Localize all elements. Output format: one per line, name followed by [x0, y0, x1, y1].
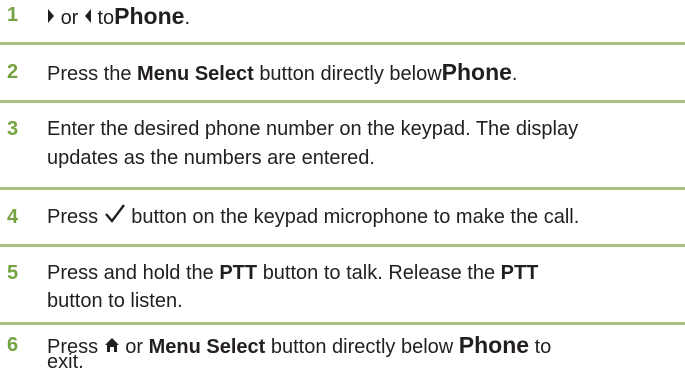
divider [0, 322, 685, 325]
to-text: to [97, 7, 115, 29]
step-text-line-2: exit. [47, 351, 84, 373]
step-number: 4 [7, 206, 19, 228]
step-text: or toPhone. [47, 2, 190, 33]
right-arrow-icon [47, 4, 55, 33]
step-number: 6 [7, 334, 19, 356]
divider [0, 100, 685, 103]
ptt-label: PTT [219, 262, 258, 284]
step-text-line-1: Press and hold the PTT button to talk. R… [47, 262, 539, 284]
phone-label: Phone [441, 59, 512, 85]
step-number: 2 [7, 61, 19, 83]
menu-select-label: Menu Select [148, 336, 266, 358]
divider [0, 42, 685, 45]
step-text: Press button on the keypad microphone to… [47, 203, 579, 232]
menu-select-label: Menu Select [137, 63, 254, 85]
step-text-line-2: updates as the numbers are entered. [47, 147, 375, 169]
checkmark-icon [104, 203, 126, 232]
step-text: Press the Menu Select button directly be… [47, 59, 518, 85]
left-arrow-icon [84, 4, 92, 33]
home-icon [104, 333, 120, 362]
divider [0, 187, 685, 190]
phone-label: Phone [114, 3, 185, 29]
ptt-label: PTT [500, 262, 539, 284]
step-text-line-1: Enter the desired phone number on the ke… [47, 118, 579, 140]
step-text-line-1: Press or Menu Select button directly bel… [47, 331, 551, 362]
step-number: 1 [7, 4, 19, 26]
step-number: 5 [7, 262, 19, 284]
divider [0, 244, 685, 247]
or-text: or [60, 7, 79, 29]
phone-label: Phone [458, 332, 530, 358]
step-number: 3 [7, 118, 19, 140]
step-text-line-2: button to listen. [47, 290, 183, 312]
